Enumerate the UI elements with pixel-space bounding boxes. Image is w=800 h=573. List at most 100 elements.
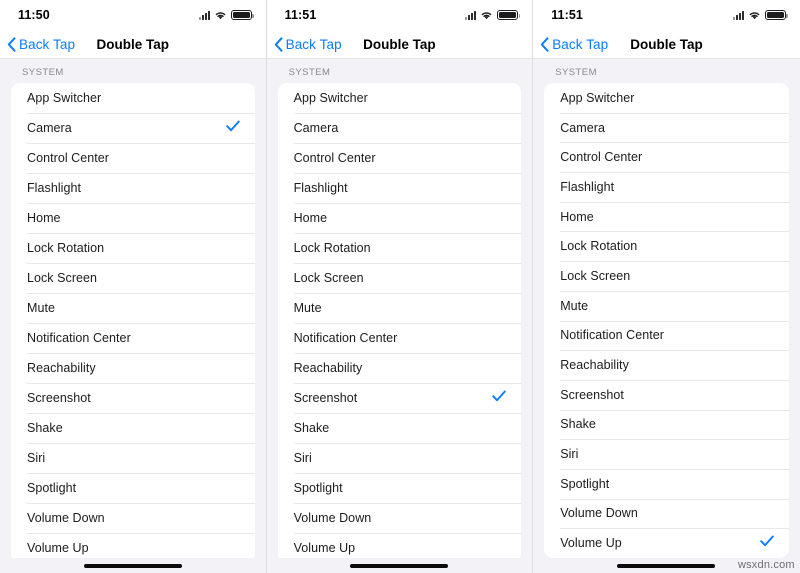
list-item-label: Home (293, 211, 328, 225)
list-item-label: Lock Screen (293, 271, 364, 285)
list-item-label: Siri (27, 451, 46, 465)
list-item-label: Spotlight (27, 481, 77, 495)
list-item[interactable]: Screenshot (11, 383, 255, 413)
list-item[interactable]: Shake (544, 409, 789, 440)
list-item-label: Lock Rotation (293, 241, 371, 255)
list-item[interactable]: Siri (11, 443, 255, 473)
list-item[interactable]: Spotlight (11, 473, 255, 503)
battery-icon (764, 9, 788, 21)
list-item[interactable]: Lock Rotation (11, 233, 255, 263)
list-item-label: App Switcher (27, 91, 102, 105)
list-item[interactable]: Screenshot (544, 379, 789, 410)
list-item[interactable]: Spotlight (544, 468, 789, 499)
list-item[interactable]: Volume Down (278, 503, 522, 533)
list-item[interactable]: Flashlight (11, 173, 255, 203)
settings-content: SYSTEM App Switcher Camera Control Center F… (533, 59, 800, 558)
list-item[interactable]: Reachability (11, 353, 255, 383)
back-button-label: Back Tap (285, 36, 342, 52)
home-indicator[interactable] (350, 563, 449, 568)
list-item[interactable]: Mute (544, 290, 789, 321)
home-indicator[interactable] (83, 563, 182, 568)
list-item[interactable]: App Switcher (278, 83, 522, 113)
list-item[interactable]: Home (11, 203, 255, 233)
list-item[interactable]: Camera (544, 112, 789, 143)
status-bar: 11:51 (533, 0, 800, 30)
wifi-icon (214, 10, 227, 20)
list-item[interactable]: Siri (544, 439, 789, 469)
list-item-label: Volume Up (293, 541, 356, 555)
settings-content: SYSTEM App Switcher Camera Control Center F… (0, 59, 266, 558)
status-time: 11:51 (284, 8, 317, 22)
list-item-label: Volume Up (560, 536, 622, 551)
list-item-label: Volume Down (560, 506, 638, 521)
list-item[interactable]: Volume Down (544, 498, 789, 529)
list-item-label: Camera (560, 120, 605, 135)
status-bar: 11:51 (266, 0, 533, 30)
list-item[interactable]: Home (278, 203, 522, 233)
list-item[interactable]: Lock Screen (11, 263, 255, 293)
list-item-label: Mute (560, 298, 589, 313)
list-item[interactable]: Lock Screen (278, 263, 522, 293)
navigation-bar: Back Tap Double Tap (266, 30, 533, 59)
list-item[interactable]: Camera (11, 113, 255, 143)
status-icons (732, 9, 788, 21)
list-item-label: Notification Center (560, 328, 664, 343)
list-item[interactable]: Control Center (11, 143, 255, 173)
list-item[interactable]: App Switcher (11, 83, 255, 113)
phone-screen-1: 11:50 Back Tap Double Tap SYSTEM App Swi… (0, 0, 267, 573)
list-item[interactable]: Reachability (544, 350, 789, 380)
list-item[interactable]: Camera (278, 113, 522, 143)
list-item[interactable]: Volume Up (11, 533, 255, 558)
settings-content: SYSTEM App Switcher Camera Control Center F… (266, 59, 533, 558)
list-item-label: Volume Down (293, 511, 372, 525)
list-item[interactable]: Control Center (278, 143, 522, 173)
list-item[interactable]: App Switcher (544, 83, 789, 113)
list-item-label: Screenshot (27, 391, 91, 405)
status-icons (198, 9, 254, 21)
list-item[interactable]: Siri (278, 443, 522, 473)
checkmark-icon (225, 120, 240, 132)
list-item[interactable]: Mute (278, 293, 522, 323)
navigation-bar: Back Tap Double Tap (0, 30, 266, 59)
list-item-label: Screenshot (293, 391, 358, 405)
list-item-label: Lock Rotation (560, 239, 638, 254)
chevron-left-icon (540, 36, 549, 52)
list-item[interactable]: Shake (278, 413, 522, 443)
back-button-label: Back Tap (19, 36, 76, 52)
list-item[interactable]: Home (544, 201, 789, 232)
list-item[interactable]: Reachability (278, 353, 522, 383)
list-item-label: Siri (293, 451, 312, 465)
list-item-label: Reachability (560, 358, 629, 373)
list-item[interactable]: Screenshot (278, 383, 522, 413)
list-item[interactable]: Mute (11, 293, 255, 323)
list-item-label: Screenshot (560, 387, 624, 402)
list-item[interactable]: Notification Center (278, 323, 522, 353)
home-indicator[interactable] (617, 563, 716, 568)
list-item[interactable]: Spotlight (278, 473, 522, 503)
list-item[interactable]: Shake (11, 413, 255, 443)
list-item[interactable]: Volume Up (544, 528, 789, 558)
status-bar: 11:50 (0, 0, 266, 30)
list-item[interactable]: Lock Rotation (278, 233, 522, 263)
action-list-2: App Switcher Camera Control Center Flashlig… (277, 83, 522, 558)
home-indicator-area (0, 558, 266, 573)
back-button[interactable]: Back Tap (533, 37, 608, 52)
list-item[interactable]: Lock Screen (544, 261, 789, 291)
list-item-label: Home (27, 211, 61, 225)
list-item[interactable]: Volume Down (11, 503, 255, 533)
back-button[interactable]: Back Tap (0, 37, 75, 52)
list-item[interactable]: Flashlight (278, 173, 522, 203)
list-item[interactable]: Notification Center (11, 323, 255, 353)
chevron-left-icon (274, 36, 283, 52)
list-item[interactable]: Notification Center (544, 320, 789, 351)
list-item[interactable]: Control Center (544, 142, 789, 172)
list-item-label: Home (560, 209, 594, 224)
list-item[interactable]: Volume Up (278, 533, 522, 558)
status-time: 11:51 (551, 8, 583, 22)
list-item-label: Control Center (560, 150, 643, 165)
list-item[interactable]: Lock Rotation (544, 231, 789, 261)
action-list-3: App Switcher Camera Control Center Flashlig… (544, 83, 789, 558)
navigation-bar: Back Tap Double Tap (533, 30, 800, 59)
list-item[interactable]: Flashlight (544, 172, 789, 202)
back-button[interactable]: Back Tap (267, 37, 342, 52)
